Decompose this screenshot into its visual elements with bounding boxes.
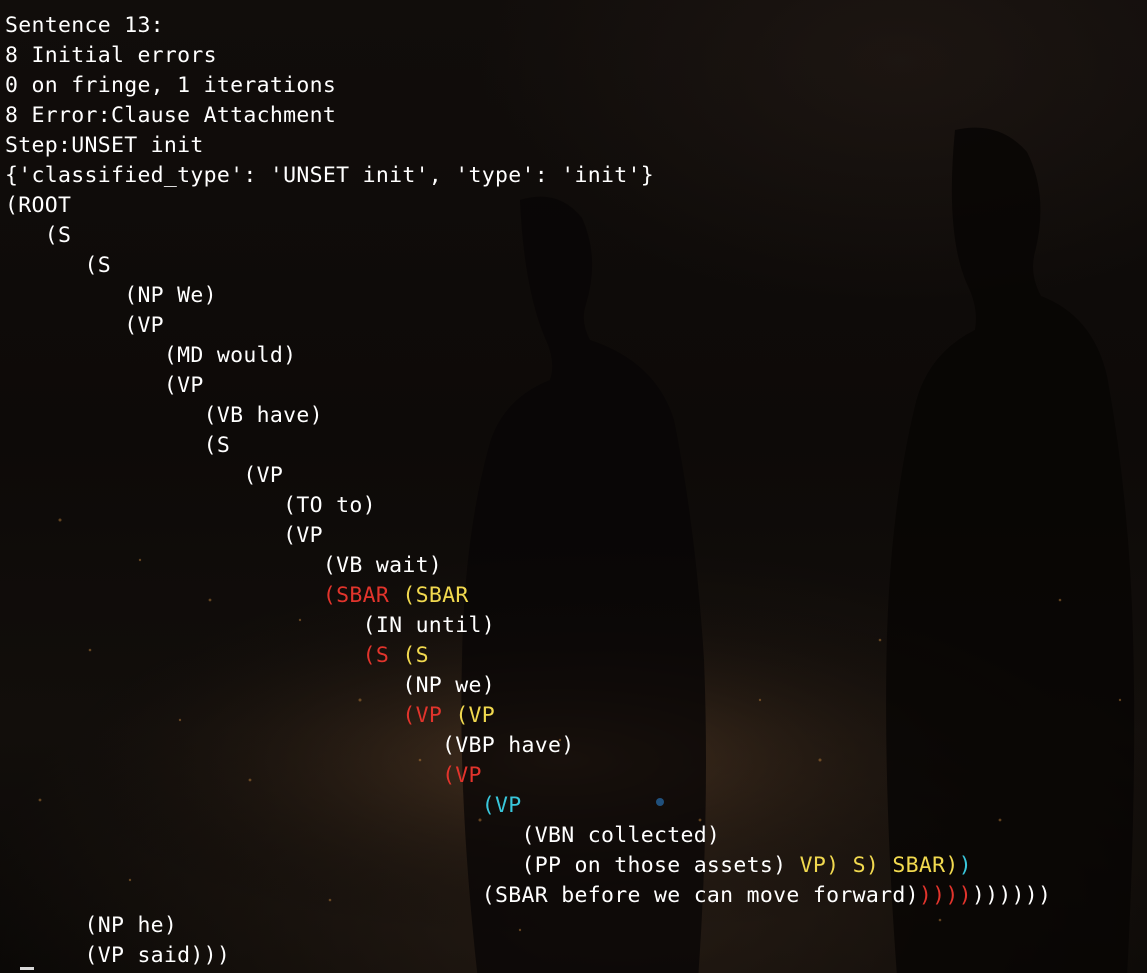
terminal-text-segment: (IN until) [5, 613, 496, 638]
terminal-line: (IN until) [5, 611, 1051, 641]
terminal-line: (NP he) [5, 911, 1051, 941]
terminal-text-segment: (S [5, 253, 111, 278]
terminal-text-segment: (NP we) [5, 673, 496, 698]
terminal-cursor [20, 967, 34, 970]
terminal-line: (SBAR (SBAR [5, 581, 1051, 611]
terminal-line: (SBAR before we can move forward))))))))… [5, 881, 1051, 911]
terminal-text-segment: (PP on those assets) [5, 853, 800, 878]
terminal-line: (PP on those assets) VP) S) SBAR)) [5, 851, 1051, 881]
terminal-output: Sentence 13: 8 Initial errors 0 on fringe,… [5, 11, 1051, 971]
terminal-text-segment: {'classified_type': 'UNSET init', 'type'… [5, 163, 654, 188]
terminal-text-segment: (VP [5, 523, 323, 548]
terminal-text-segment: (S [362, 643, 390, 668]
terminal-text-segment: (TO to) [5, 493, 376, 518]
terminal-line: (VP (VP [5, 701, 1051, 731]
terminal-window[interactable]: Sentence 13: 8 Initial errors 0 on fringe,… [0, 0, 1147, 973]
terminal-text-segment: Sentence 13: [5, 13, 164, 38]
terminal-text-segment: (S [402, 643, 429, 668]
terminal-line: (ROOT [5, 191, 1051, 221]
terminal-line: (VP [5, 371, 1051, 401]
terminal-text-segment: (SBAR [322, 583, 390, 608]
terminal-line: (NP We) [5, 281, 1051, 311]
terminal-text-segment: )))) [918, 883, 972, 908]
terminal-text-segment: (ROOT [5, 193, 72, 218]
terminal-line: (NP we) [5, 671, 1051, 701]
terminal-text-segment: (VBP have) [5, 733, 575, 758]
terminal-line: (VB have) [5, 401, 1051, 431]
terminal-line: (S [5, 431, 1051, 461]
terminal-line: 8 Initial errors [5, 41, 1051, 71]
terminal-text-segment: (NP We) [5, 283, 217, 308]
terminal-text-segment: (SBAR before we can move forward) [5, 883, 919, 908]
terminal-text-segment: (VB have) [5, 403, 323, 428]
terminal-line: (TO to) [5, 491, 1051, 521]
terminal-text-segment: )))))) [971, 883, 1052, 908]
terminal-line: (VP [5, 791, 1051, 821]
terminal-line: (VB wait) [5, 551, 1051, 581]
terminal-text-segment: Step:UNSET init [5, 133, 204, 158]
terminal-line: (VP said))) [5, 941, 1051, 971]
terminal-text-segment: (VP [5, 313, 164, 338]
terminal-text-segment: (S [5, 223, 72, 248]
terminal-line: Step:UNSET init [5, 131, 1051, 161]
terminal-text-segment: (VP [481, 793, 522, 818]
terminal-line: (S [5, 251, 1051, 281]
terminal-text-segment: ) [958, 853, 972, 878]
terminal-text-segment: (VB wait) [5, 553, 443, 578]
terminal-line: 0 on fringe, 1 iterations [5, 71, 1051, 101]
terminal-text-segment: (VP [5, 373, 204, 398]
terminal-text-segment: 8 Initial errors [5, 43, 217, 68]
terminal-line: (S (S [5, 641, 1051, 671]
terminal-line: Sentence 13: [5, 11, 1051, 41]
terminal-line: (VP [5, 461, 1051, 491]
terminal-text-segment: (MD would) [5, 343, 297, 368]
terminal-line: (VP [5, 761, 1051, 791]
terminal-text-segment: (SBAR [402, 583, 469, 608]
terminal-text-segment: (VP [5, 463, 284, 488]
terminal-line: (S [5, 221, 1051, 251]
terminal-text-segment: 0 on fringe, 1 iterations [5, 73, 337, 98]
terminal-text-segment: (VP [455, 703, 496, 728]
terminal-text-segment: (NP he) [5, 913, 178, 938]
terminal-line: (VP [5, 311, 1051, 341]
terminal-text-segment: (S [5, 433, 231, 458]
terminal-text-segment: (VP [402, 703, 443, 728]
terminal-text-segment: (VP [442, 763, 482, 788]
terminal-line: (VBN collected) [5, 821, 1051, 851]
terminal-line: (VP [5, 521, 1051, 551]
terminal-text-segment: (VP said))) [5, 943, 231, 968]
terminal-text-segment: VP) S) SBAR) [799, 853, 959, 878]
terminal-line: (VBP have) [5, 731, 1051, 761]
terminal-line: (MD would) [5, 341, 1051, 371]
terminal-line: 8 Error:Clause Attachment [5, 101, 1051, 131]
terminal-line: {'classified_type': 'UNSET init', 'type'… [5, 161, 1051, 191]
terminal-text-segment: 8 Error:Clause Attachment [5, 103, 337, 128]
terminal-text-segment: (VBN collected) [5, 823, 721, 848]
